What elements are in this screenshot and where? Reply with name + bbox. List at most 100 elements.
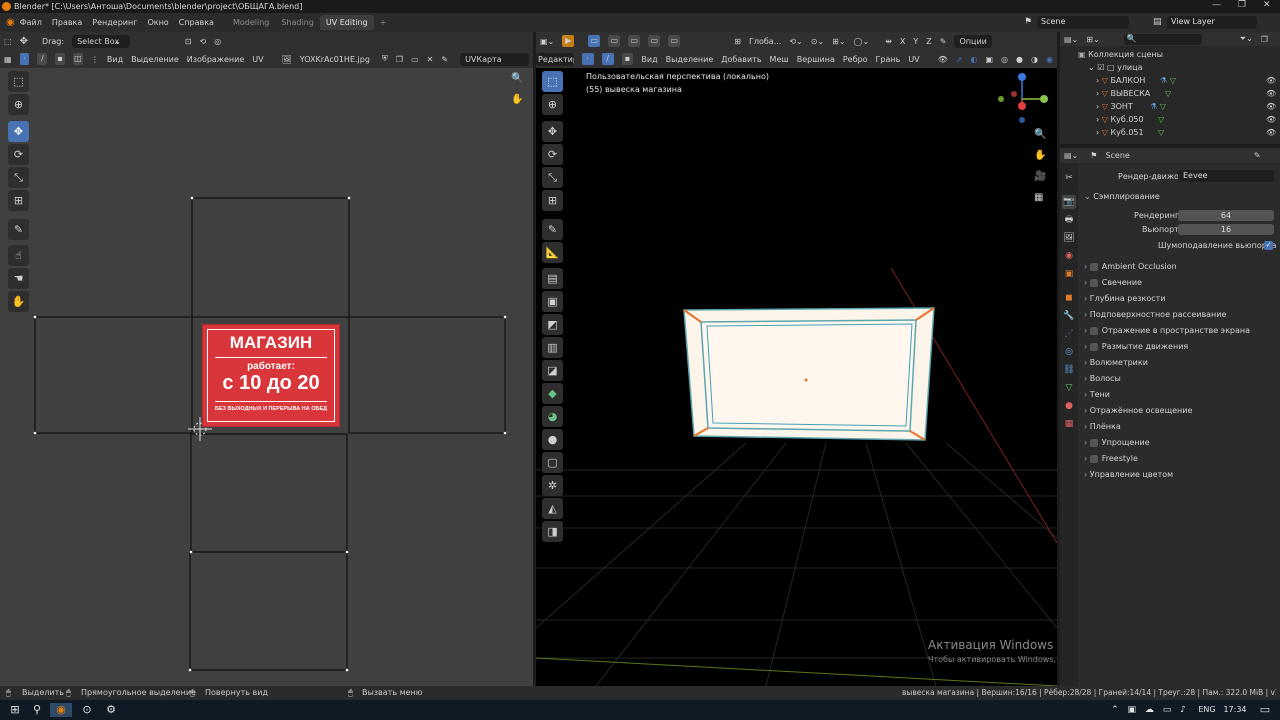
outliner-item-cube051[interactable]: › ▽ Куб.051 ▽ 👁 <box>1060 128 1280 141</box>
menu-select[interactable]: Выделение <box>131 55 179 64</box>
vp-tool-cursor[interactable]: ⊕ <box>542 94 563 115</box>
view-layer-selector[interactable]: View Layer <box>1167 16 1257 29</box>
render-panel-12[interactable]: › Freestyle <box>1084 454 1280 468</box>
vp-tool-rip[interactable]: ◨ <box>542 521 563 542</box>
tab-shading[interactable]: Shading <box>275 15 320 30</box>
proportional-icon[interactable]: ◎ <box>214 37 221 46</box>
render-panel-13[interactable]: › Управление цветом <box>1084 470 1280 484</box>
island-select-button[interactable]: ◫ <box>73 53 83 65</box>
viewport-samples-field[interactable]: 16 <box>1178 224 1274 235</box>
vp-tool-edge-slide[interactable]: ▢ <box>542 452 563 473</box>
blender-taskbar-icon[interactable]: ◉ <box>50 703 72 717</box>
vertex-mode-button[interactable]: · <box>581 53 594 65</box>
outliner-item-balkon[interactable]: › ▽ БАЛКОН ⚗ ▽ 👁 <box>1060 76 1280 89</box>
render-panel-4[interactable]: › Отражение в пространстве экрана <box>1084 326 1280 340</box>
outliner-search-input[interactable]: 🔍 <box>1123 33 1202 45</box>
select-mode-intersect[interactable]: ▭ <box>668 35 681 47</box>
outliner-item-cube050[interactable]: › ▽ Куб.050 ▽ 👁 <box>1060 115 1280 128</box>
xray-icon[interactable]: ▣ <box>985 55 993 64</box>
render-panel-3[interactable]: › Подповерхностное рассеивание <box>1084 310 1280 324</box>
wireframe-shading-icon[interactable]: ◎ <box>1001 55 1008 64</box>
solid-shading-icon[interactable]: ● <box>1016 55 1023 64</box>
drag-mode-select[interactable]: Select Box <box>72 34 131 48</box>
panel-checkbox[interactable] <box>1089 326 1098 335</box>
menu-view[interactable]: Вид <box>107 55 123 64</box>
options-button[interactable]: Опции <box>954 34 992 48</box>
snap-icon[interactable]: ⟲ <box>199 37 206 46</box>
render-panel-6[interactable]: › Волюметрики <box>1084 358 1280 372</box>
render-panel-11[interactable]: › Упрощение <box>1084 438 1280 452</box>
menu-file[interactable]: Файл <box>20 18 42 27</box>
mode-select[interactable]: Редактирова <box>536 52 574 66</box>
panel-checkbox[interactable] <box>1089 262 1098 271</box>
vp-tool-shear[interactable]: ◭ <box>542 498 563 519</box>
outliner-item-umbrella[interactable]: › ▽ ЗОНТ ⚗ ▽ 👁 <box>1060 102 1280 115</box>
panel-checkbox[interactable] <box>1089 438 1098 447</box>
editor-type-icon[interactable]: ▦ <box>4 55 12 64</box>
grid-view-icon[interactable]: ▦ <box>1034 192 1043 203</box>
unlink-icon[interactable]: ✕ <box>427 55 434 64</box>
menu-add[interactable]: Добавить <box>721 55 761 64</box>
open-image-icon[interactable]: ▭ <box>411 55 419 64</box>
pin-icon[interactable]: ✎ <box>441 55 448 64</box>
menu-face[interactable]: Грань <box>876 55 901 64</box>
eye-icon[interactable]: 👁 <box>1266 76 1276 85</box>
eye-icon[interactable]: 👁 <box>1266 128 1276 137</box>
pivot-point-icon[interactable]: ⟲⌄ <box>789 37 802 46</box>
sticky-mode-icon[interactable]: ⋮ <box>91 55 99 64</box>
snap-icon[interactable]: ⊙⌄ <box>811 37 824 46</box>
tab-uv-editing[interactable]: UV Editing <box>319 15 374 30</box>
render-panel-7[interactable]: › Волосы <box>1084 374 1280 388</box>
vp-tool-measure[interactable]: 📐 <box>542 242 563 263</box>
material-shading-icon[interactable]: ◑ <box>1031 55 1038 64</box>
tab-modeling[interactable]: Modeling <box>227 15 275 30</box>
output-tab-icon[interactable]: 🖶 <box>1062 213 1076 227</box>
vp-tool-extrude[interactable]: ▤ <box>542 268 563 289</box>
menu-select[interactable]: Выделение <box>666 55 714 64</box>
vp-tool-loop-cut[interactable]: ▥ <box>542 337 563 358</box>
transform-orientation-select[interactable]: Глоба... <box>749 37 781 46</box>
outliner-root[interactable]: ▣ Коллекция сцены <box>1060 50 1280 63</box>
scene-tab-icon[interactable]: ◉ <box>1062 249 1076 263</box>
vp-tool-move[interactable]: ✥ <box>542 121 563 142</box>
modifier-tab-icon[interactable]: 🔧 <box>1062 309 1076 323</box>
data-tab-icon[interactable]: ▽ <box>1062 381 1076 395</box>
menu-vertex[interactable]: Вершина <box>797 55 835 64</box>
pan-hand-icon[interactable]: ✋ <box>1034 150 1046 161</box>
menu-render[interactable]: Рендеринг <box>92 18 137 27</box>
vp-tool-poly-build[interactable]: ◆ <box>542 383 563 404</box>
move-icon[interactable]: ✥ <box>20 36 28 47</box>
3d-viewport[interactable]: ⬚ ⊕ ✥ ⟳ ⤡ ⊞ ✎ 📐 ▤ ▣ ◩ ▥ ◪ ◆ ◕ ● ▢ ✲ ◭ ◨ … <box>536 68 1057 686</box>
zoom-icon[interactable]: 🔍 <box>1034 129 1046 140</box>
physics-tab-icon[interactable]: ◎ <box>1062 345 1076 359</box>
menu-uv[interactable]: UV <box>252 55 263 64</box>
world-tab-icon[interactable]: ▣ <box>1062 267 1076 281</box>
blender-menu-icon[interactable]: ◉ <box>6 17 15 28</box>
uv-editor-canvas[interactable]: ⬚ ⊕ ✥ ⟳ ⤡ ⊞ ✎ ☝ ☚ ✋ 🔍 ✋ МАГАЗИН работает… <box>0 68 533 686</box>
object-tab-icon[interactable]: ◼ <box>1062 291 1076 305</box>
select-tool-icon[interactable]: ⬚ <box>4 37 12 46</box>
render-panel-1[interactable]: › Свечение <box>1084 278 1280 292</box>
vp-tool-inset[interactable]: ▣ <box>542 291 563 312</box>
clock[interactable]: 17:34 <box>1222 703 1248 717</box>
image-name-field[interactable]: YOXKrAc01HE.jpg <box>300 55 370 64</box>
render-panel-0[interactable]: › Ambient Occlusion <box>1084 262 1280 276</box>
camera-icon[interactable]: 🎥 <box>1034 171 1046 182</box>
filter-display-icon[interactable]: ⊞⌄ <box>1086 35 1099 44</box>
sampling-panel[interactable]: ⌄ Сэмплирование <box>1084 192 1280 206</box>
wrench-icon[interactable]: ✎ <box>940 37 947 46</box>
view-layer-tab-icon[interactable]: 🖼 <box>1062 231 1076 245</box>
settings-icon[interactable]: ⚙ <box>104 703 118 717</box>
vp-tool-shrink[interactable]: ✲ <box>542 475 563 496</box>
select-box-button[interactable]: ▶ <box>562 35 575 47</box>
add-workspace-button[interactable]: + <box>374 15 393 30</box>
editor-type-icon[interactable]: ▣⌄ <box>540 37 554 46</box>
vp-tool-bevel[interactable]: ◩ <box>542 314 563 335</box>
panel-checkbox[interactable] <box>1089 342 1098 351</box>
new-image-icon[interactable]: ❐ <box>396 55 403 64</box>
panel-checkbox[interactable] <box>1089 454 1098 463</box>
uv-map-field[interactable]: UVКарта <box>460 52 530 66</box>
render-engine-select[interactable]: Eevee <box>1178 170 1274 182</box>
render-panel-5[interactable]: › Размытие движения <box>1084 342 1280 356</box>
select-mode-extend[interactable]: ▭ <box>608 35 621 47</box>
